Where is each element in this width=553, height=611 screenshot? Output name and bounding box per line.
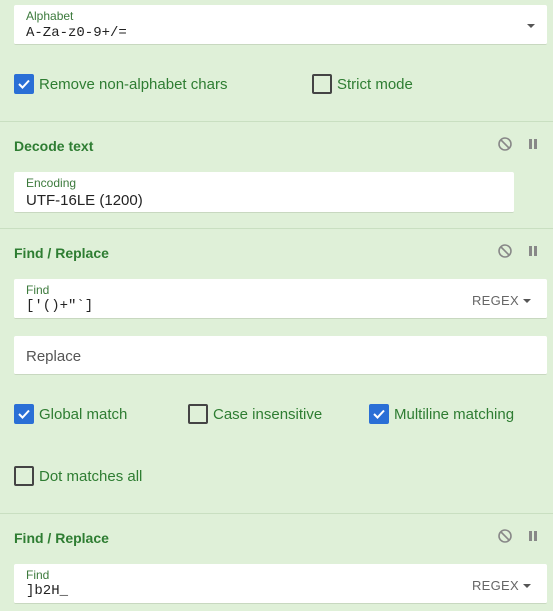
regex-dropdown[interactable]: REGEX: [472, 293, 531, 308]
strict-mode-checkbox[interactable]: Strict mode: [312, 74, 413, 94]
disable-icon[interactable]: [497, 528, 513, 544]
replace-placeholder: Replace: [26, 348, 82, 365]
dot-matches-all-label: Dot matches all: [39, 467, 143, 485]
strict-mode-label: Strict mode: [337, 75, 413, 93]
find-value: ['()+"`]: [26, 298, 94, 314]
regex-label: REGEX: [471, 293, 519, 308]
remove-non-alphabet-checkbox[interactable]: Remove non-alphabet chars: [14, 74, 227, 94]
global-match-checkbox[interactable]: Global match: [14, 404, 127, 424]
find-input[interactable]: Find ]b2H_ REGEX: [14, 564, 547, 604]
find-input[interactable]: Find ['()+"`] REGEX: [14, 279, 547, 319]
checkbox-unchecked-icon: [14, 466, 34, 486]
alphabet-label: Alphabet: [26, 9, 74, 23]
find-label: Find: [26, 568, 50, 582]
checkbox-unchecked-icon: [312, 74, 332, 94]
case-insensitive-label: Case insensitive: [213, 405, 323, 423]
alphabet-select[interactable]: Alphabet A-Za-z0-9+/=: [14, 5, 547, 45]
regex-dropdown[interactable]: REGEX: [472, 578, 531, 593]
divider: [0, 228, 553, 229]
case-insensitive-checkbox[interactable]: Case insensitive: [188, 404, 322, 424]
alphabet-value: A-Za-z0-9+/=: [26, 25, 127, 41]
multiline-label: Multiline matching: [394, 405, 515, 423]
multiline-checkbox[interactable]: Multiline matching: [369, 404, 514, 424]
divider: [0, 513, 553, 514]
chevron-down-icon: [523, 584, 531, 588]
operation-title: Find / Replace: [14, 530, 109, 546]
encoding-value: UTF-16LE (1200): [26, 192, 143, 209]
dot-matches-all-checkbox[interactable]: Dot matches all: [14, 466, 142, 486]
checkbox-checked-icon: [14, 74, 34, 94]
chevron-down-icon: [527, 24, 535, 28]
pause-icon[interactable]: [525, 136, 541, 152]
disable-icon[interactable]: [497, 243, 513, 259]
encoding-select[interactable]: Encoding UTF-16LE (1200): [14, 172, 514, 213]
checkbox-checked-icon: [14, 404, 34, 424]
pause-icon[interactable]: [525, 528, 541, 544]
encoding-label: Encoding: [26, 176, 77, 190]
checkbox-unchecked-icon: [188, 404, 208, 424]
regex-label: REGEX: [471, 578, 519, 593]
checkbox-checked-icon: [369, 404, 389, 424]
find-label: Find: [26, 283, 50, 297]
global-match-label: Global match: [39, 405, 128, 423]
remove-non-alphabet-label: Remove non-alphabet chars: [39, 75, 228, 93]
divider: [0, 121, 553, 122]
chevron-down-icon: [523, 299, 531, 303]
operation-title: Decode text: [14, 138, 94, 154]
disable-icon[interactable]: [497, 136, 513, 152]
replace-input[interactable]: Replace: [14, 336, 547, 375]
operation-title: Find / Replace: [14, 245, 109, 261]
pause-icon[interactable]: [525, 243, 541, 259]
find-value: ]b2H_: [26, 583, 69, 599]
